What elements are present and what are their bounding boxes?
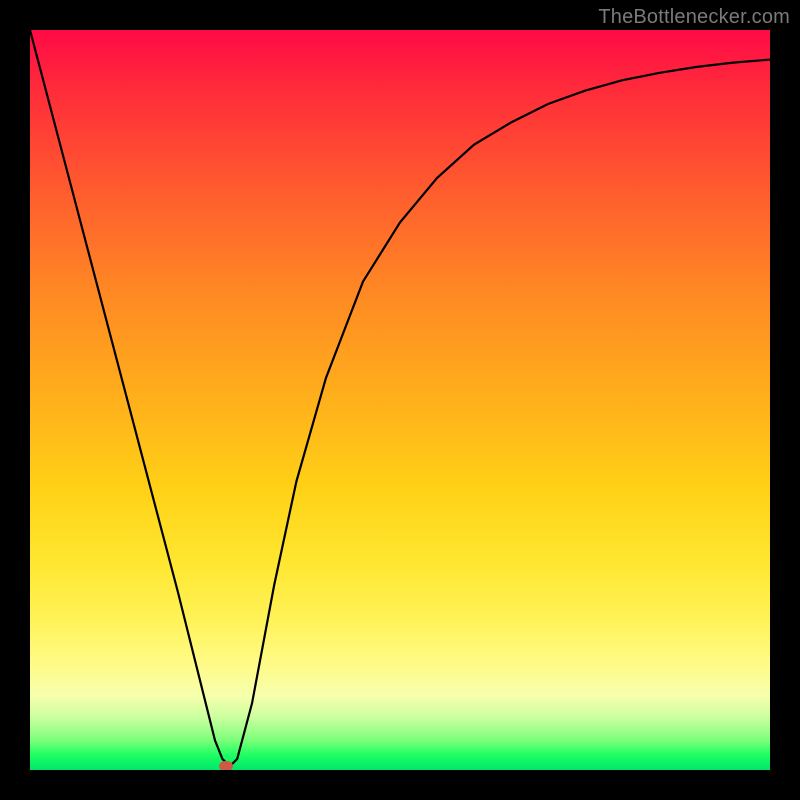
curve-svg: [30, 30, 770, 770]
chart-stage: TheBottlenecker.com: [0, 0, 800, 800]
curve-path: [30, 30, 770, 766]
attribution-text: TheBottlenecker.com: [598, 6, 790, 29]
plot-area: [30, 30, 770, 770]
minimum-marker: [219, 761, 233, 770]
